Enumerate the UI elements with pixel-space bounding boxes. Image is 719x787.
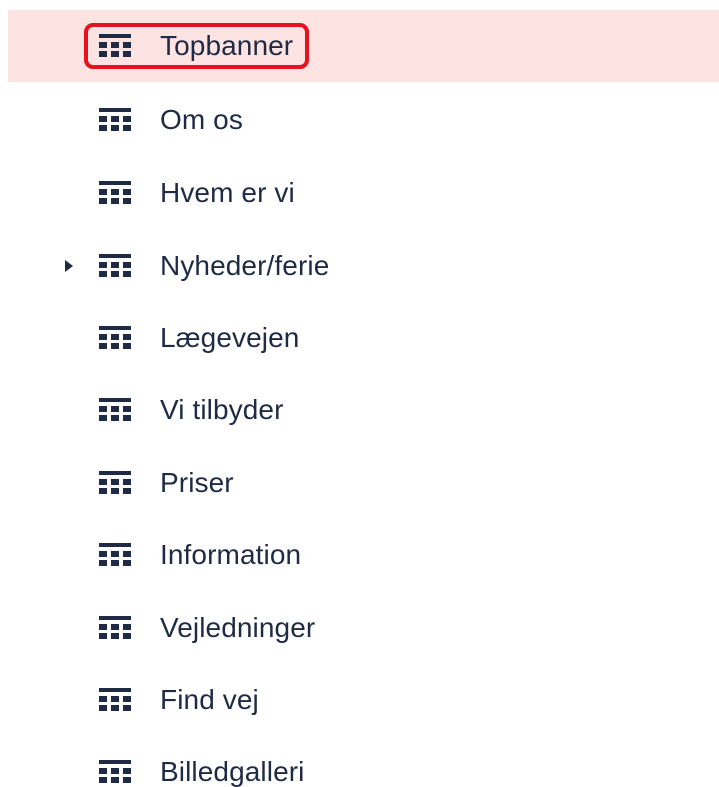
tree-item-label: Nyheder/ferie xyxy=(160,250,330,281)
tree-node-vi-tilbyder[interactable]: Vi tilbyder xyxy=(84,387,300,433)
tree-node-topbanner[interactable]: Topbanner xyxy=(84,23,310,69)
grid-layout-icon xyxy=(99,181,131,204)
tree-item-label: Information xyxy=(160,539,302,570)
content-tree: Topbanner Om os Hvem er vi Nyheder/ferie… xyxy=(0,0,719,787)
grid-layout-icon xyxy=(99,254,131,277)
tree-item-label: Vejledninger xyxy=(160,612,316,643)
tree-item-label: Find vej xyxy=(160,684,259,715)
tree-node-billedgalleri[interactable]: Billedgalleri xyxy=(84,749,321,787)
tree-item-topbanner[interactable]: Topbanner xyxy=(8,10,719,82)
tree-item-vi-tilbyder[interactable]: Vi tilbyder xyxy=(8,374,719,446)
tree-item-billedgalleri[interactable]: Billedgalleri xyxy=(8,736,719,787)
tree-item-hvem-er-vi[interactable]: Hvem er vi xyxy=(8,157,719,229)
grid-layout-icon xyxy=(99,760,131,783)
grid-layout-icon xyxy=(99,616,131,639)
tree-item-label: Priser xyxy=(160,467,234,498)
grid-layout-icon xyxy=(99,688,131,711)
tree-item-label: Topbanner xyxy=(160,30,294,61)
tree-node-laegevejen[interactable]: Lægevejen xyxy=(84,315,315,361)
tree-item-laegevejen[interactable]: Lægevejen xyxy=(8,302,719,374)
tree-node-priser[interactable]: Priser xyxy=(84,460,250,506)
tree-item-label: Billedgalleri xyxy=(160,756,305,787)
tree-node-nyheder-ferie[interactable]: Nyheder/ferie xyxy=(84,243,345,289)
expand-caret-icon[interactable] xyxy=(65,260,73,272)
grid-layout-icon xyxy=(99,398,131,421)
tree-item-nyheder-ferie[interactable]: Nyheder/ferie xyxy=(8,230,719,302)
tree-item-find-vej[interactable]: Find vej xyxy=(8,664,719,736)
tree-node-information[interactable]: Information xyxy=(84,532,317,578)
tree-item-priser[interactable]: Priser xyxy=(8,447,719,519)
grid-layout-icon xyxy=(99,34,131,57)
tree-item-information[interactable]: Information xyxy=(8,519,719,591)
tree-node-find-vej[interactable]: Find vej xyxy=(84,677,275,723)
tree-node-hvem-er-vi[interactable]: Hvem er vi xyxy=(84,170,311,216)
tree-node-om-os[interactable]: Om os xyxy=(84,97,259,143)
grid-layout-icon xyxy=(99,471,131,494)
grid-layout-icon xyxy=(99,326,131,349)
grid-layout-icon xyxy=(99,543,131,566)
tree-item-label: Lægevejen xyxy=(160,322,300,353)
grid-layout-icon xyxy=(99,108,131,131)
tree-node-vejledninger[interactable]: Vejledninger xyxy=(84,605,331,651)
tree-item-label: Hvem er vi xyxy=(160,177,295,208)
tree-item-label: Vi tilbyder xyxy=(160,394,284,425)
tree-item-vejledninger[interactable]: Vejledninger xyxy=(8,592,719,664)
tree-item-om-os[interactable]: Om os xyxy=(8,84,719,156)
tree-item-label: Om os xyxy=(160,104,243,135)
